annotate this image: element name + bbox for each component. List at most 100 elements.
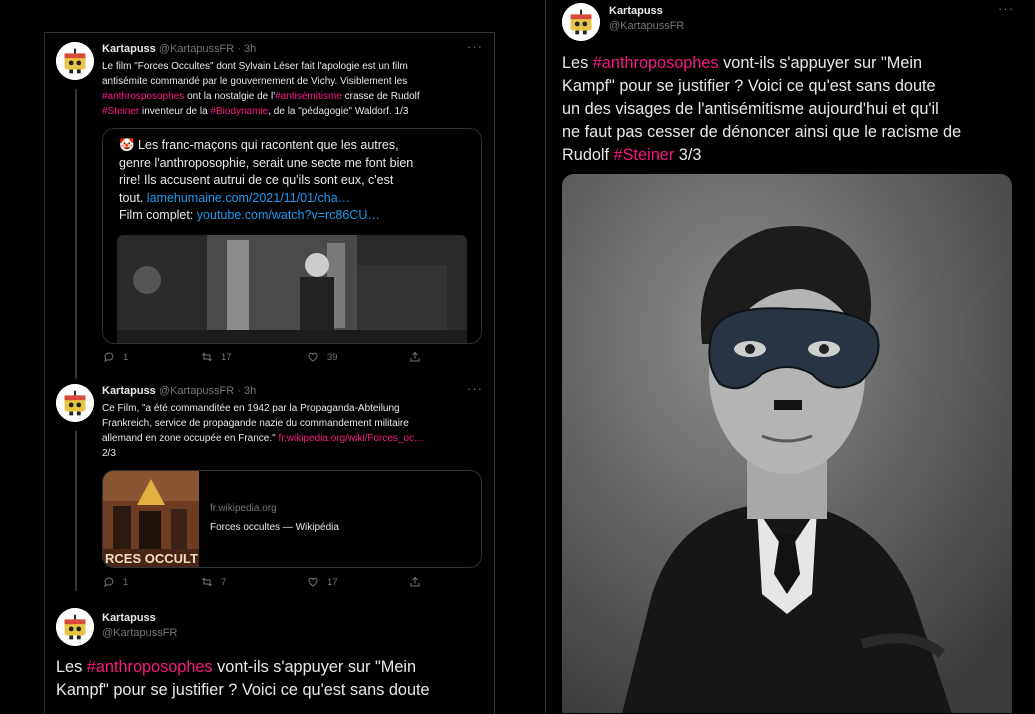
quoted-tweet-text: 🤡 Les franc-maçons qui racontent que les… <box>119 137 471 225</box>
retweet-icon <box>202 352 212 362</box>
tweet-time[interactable]: 3h <box>244 43 256 55</box>
text-line: allemand en zone occupée en France." fr.… <box>102 431 487 446</box>
like-count: 39 <box>327 351 338 363</box>
author-line[interactable]: Kartapuss @KartapussFR · 3h <box>102 43 256 55</box>
share-button[interactable] <box>409 351 421 363</box>
tweet-photo[interactable] <box>562 174 1012 713</box>
text-segment: un des visages de l'antisémitisme aujour… <box>562 100 939 118</box>
text-segment: Kampf" pour se justifier ? Voici ce qu'e… <box>56 681 430 699</box>
main-tweet-text: Les #anthroposophes vont-ils s'appuyer s… <box>562 52 1022 167</box>
quoted-tweet[interactable]: 🤡 Les franc-maçons qui racontent que les… <box>102 128 482 344</box>
text-line: un des visages de l'antisémitisme aujour… <box>562 98 1022 121</box>
retweet-button[interactable]: 7 <box>201 576 226 588</box>
retweet-count: 7 <box>221 576 227 588</box>
thread-line <box>75 89 77 379</box>
reply-icon <box>104 577 114 587</box>
text-segment: Ce Film, "a été commanditée en 1942 par … <box>102 403 400 414</box>
text-segment: vont-ils s'appuyer sur "Mein <box>212 658 417 676</box>
link-card[interactable]: RCES OCCULT fr.wikipedia.org Forces occu… <box>102 470 482 568</box>
tweet-text: Le film "Forces Occultes" dont Sylvain L… <box>102 59 487 119</box>
text-line: Le film "Forces Occultes" dont Sylvain L… <box>102 59 487 74</box>
text-segment: Kampf" pour se justifier ? Voici ce qu'e… <box>562 77 936 95</box>
like-button[interactable]: 39 <box>307 351 338 363</box>
text-line: genre l'anthroposophie, serait une secte… <box>119 155 471 173</box>
text-line: 🤡 Les franc-maçons qui racontent que les… <box>119 137 471 155</box>
text-segment: rire! Ils accusent autrui de ce qu'ils s… <box>119 173 394 187</box>
text-line: #anthrosposophes ont la nostalgie de l'#… <box>102 89 487 104</box>
text-segment: antisémite commandé par le gouvernement … <box>102 76 408 87</box>
author-handle: @KartapussFR <box>158 43 235 55</box>
link-card-title: Forces occultes — Wikipédia <box>210 522 339 533</box>
more-icon[interactable]: ··· <box>998 1 1014 16</box>
link[interactable]: youtube.com/watch?v=rc86CU… <box>197 208 380 222</box>
hashtag-link[interactable]: #anthroposophes <box>87 658 213 676</box>
text-line: Kampf" pour se justifier ? Voici ce qu'e… <box>562 75 1022 98</box>
text-line: #Steiner inventeur de la #Biodynamie, de… <box>102 104 487 119</box>
author-name[interactable]: Kartapuss <box>102 612 156 624</box>
text-segment: Film complet: <box>119 208 197 222</box>
avatar[interactable] <box>562 3 600 41</box>
text-line: ne faut pas cesser de dénoncer ainsi que… <box>562 121 1022 144</box>
thread-panel: Kartapuss @KartapussFR · 3h ··· Le film … <box>44 32 495 714</box>
author-handle[interactable]: @KartapussFR <box>609 20 684 32</box>
like-icon <box>308 352 318 362</box>
hashtag-link[interactable]: #anthroposophes <box>593 54 719 72</box>
hashtag-link[interactable]: #anthrosposophes <box>102 91 184 102</box>
retweet-button[interactable]: 17 <box>201 351 232 363</box>
author-name: Kartapuss <box>102 43 156 55</box>
text-line: Rudolf #Steiner 3/3 <box>562 144 1022 167</box>
text-segment: Les <box>56 658 87 676</box>
like-icon <box>308 577 318 587</box>
tweet-time[interactable]: 3h <box>244 385 256 397</box>
text-segment: 🤡 Les franc-maçons qui racontent que les… <box>119 138 399 152</box>
avatar[interactable] <box>56 384 94 422</box>
avatar[interactable] <box>56 608 94 646</box>
hashtag-link[interactable]: #Steiner <box>614 146 675 164</box>
hashtag-link[interactable]: #antisémitisme <box>275 91 342 102</box>
text-segment: genre l'anthroposophie, serait une secte… <box>119 155 414 170</box>
text-segment: , de la "pédagogie" Waldorf. 1/3 <box>268 106 409 117</box>
hashtag-link[interactable]: #Biodynamie <box>210 106 268 117</box>
author-line[interactable]: Kartapuss @KartapussFR · 3h <box>102 385 256 397</box>
text-line: Les #anthroposophes vont-ils s'appuyer s… <box>562 52 1022 75</box>
tweet-actions: 1 7 17 <box>103 576 423 590</box>
more-icon[interactable]: ··· <box>467 39 483 54</box>
text-segment: inventeur de la <box>139 106 211 117</box>
reply-icon <box>104 352 114 362</box>
text-segment: ne faut pas cesser de dénoncer ainsi que… <box>562 123 962 141</box>
text-segment: 3/3 <box>674 146 702 164</box>
tweet-actions: 1 17 39 <box>103 351 423 365</box>
reply-count: 1 <box>123 576 129 588</box>
text-segment: 2/3 <box>102 448 116 459</box>
hashtag-link[interactable]: #Steiner <box>102 106 139 117</box>
text-line: Kampf" pour se justifier ? Voici ce qu'e… <box>56 679 486 702</box>
text-segment: Le film "Forces Occultes" dont Sylvain L… <box>102 61 408 72</box>
author-handle[interactable]: @KartapussFR <box>102 627 177 639</box>
like-count: 17 <box>327 576 338 588</box>
text-line: tout. lamehumaine.com/2021/11/01/cha… <box>119 190 471 208</box>
text-line: 2/3 <box>102 446 487 461</box>
share-icon <box>410 351 420 362</box>
text-line: Frankreich, service de propagande nazie … <box>102 416 487 431</box>
more-icon[interactable]: ··· <box>467 381 483 396</box>
text-line: Film complet: youtube.com/watch?v=rc86CU… <box>119 207 471 225</box>
text-segment: vont-ils s'appuyer sur "Mein <box>718 54 923 72</box>
retweet-count: 17 <box>221 351 232 363</box>
text-segment: ont la nostalgie de l' <box>184 91 276 102</box>
like-button[interactable]: 17 <box>307 576 338 588</box>
author-name[interactable]: Kartapuss <box>609 5 663 17</box>
tweet-text: Les #anthroposophes vont-ils s'appuyer s… <box>56 656 486 702</box>
reply-button[interactable]: 1 <box>103 351 128 363</box>
avatar[interactable] <box>56 42 94 80</box>
reply-button[interactable]: 1 <box>103 576 128 588</box>
link-card-domain: fr.wikipedia.org <box>210 503 277 514</box>
reply-count: 1 <box>123 351 129 363</box>
link[interactable]: lamehumaine.com/2021/11/01/cha… <box>147 191 350 205</box>
video-thumbnail[interactable] <box>117 235 467 343</box>
text-segment: Rudolf <box>562 146 614 164</box>
share-button[interactable] <box>409 576 421 588</box>
hashtag-link[interactable]: fr.wikipedia.org/wiki/Forces_oc… <box>278 433 424 444</box>
link-card-thumbnail: RCES OCCULT <box>103 471 199 567</box>
author-handle: @KartapussFR <box>158 385 235 397</box>
text-segment: Les <box>562 54 593 72</box>
